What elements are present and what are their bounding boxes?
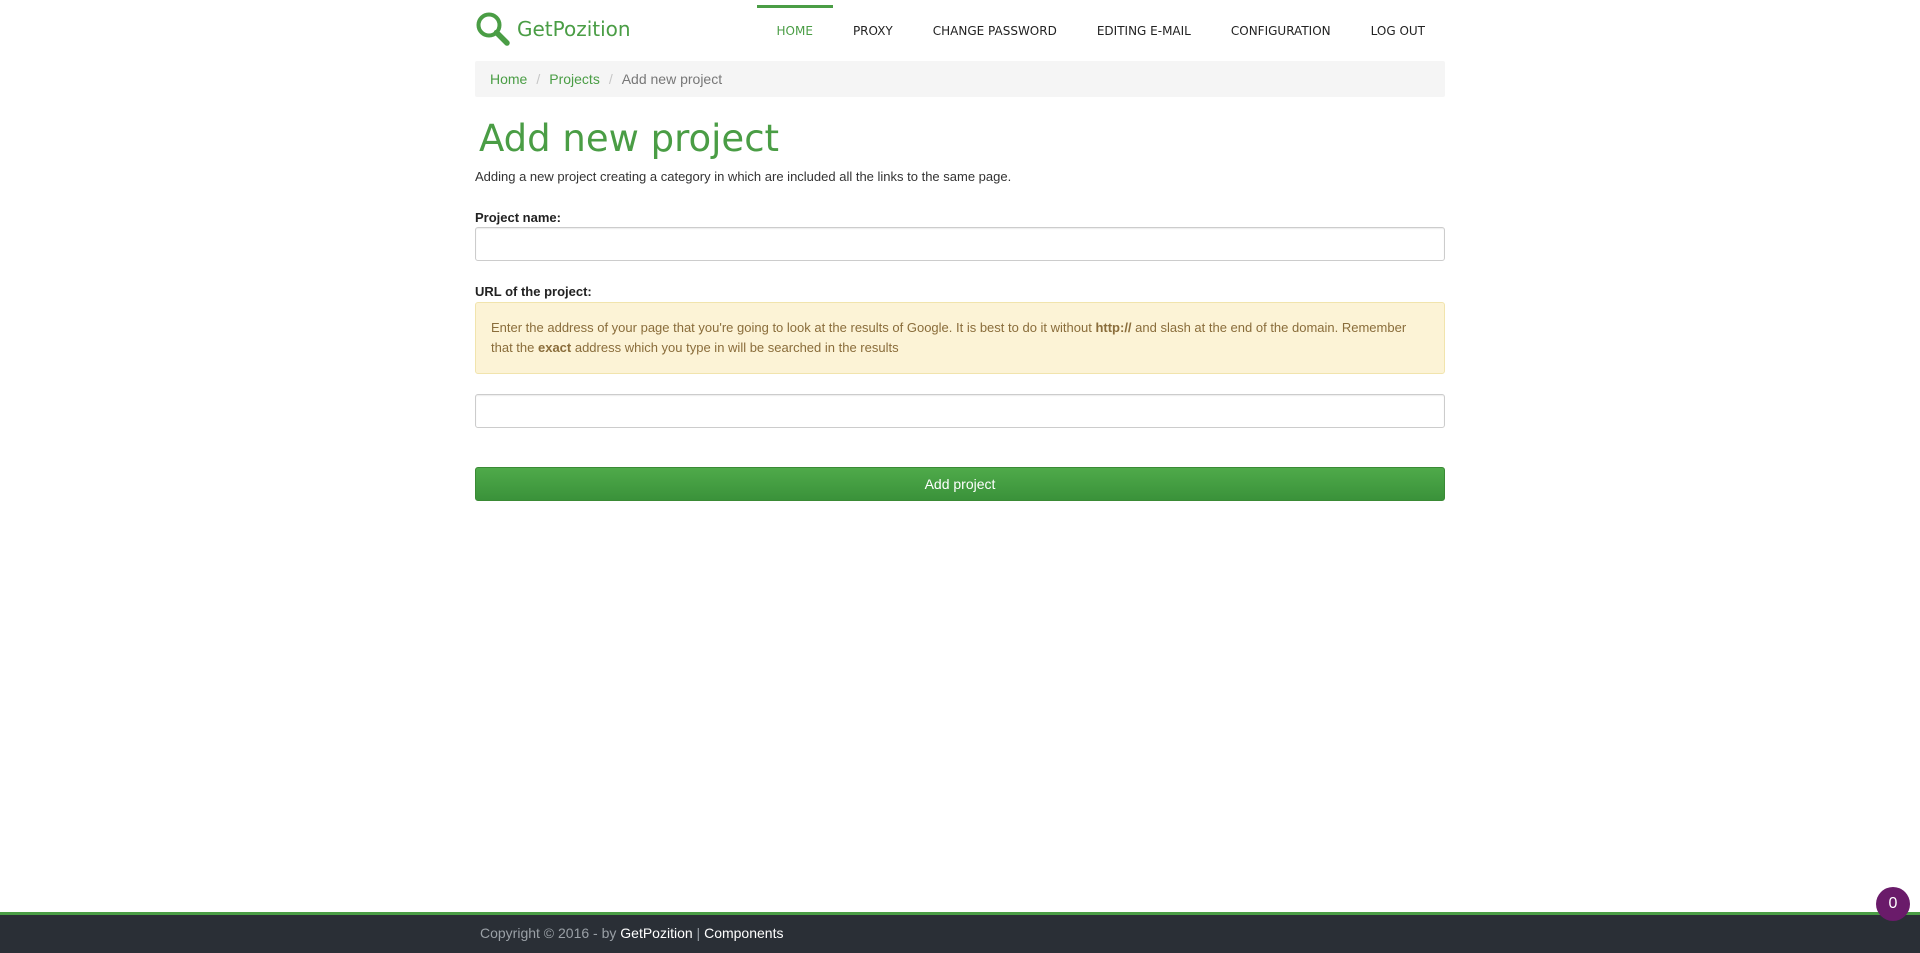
magnifier-icon: [476, 12, 510, 46]
breadcrumb-home[interactable]: Home: [490, 71, 527, 87]
nav-proxy[interactable]: PROXY: [833, 0, 913, 60]
footer: Copyright © 2016 - by GetPozition | Comp…: [0, 912, 1920, 953]
header: GetPozition HOME PROXY CHANGE PASSWORD E…: [475, 0, 1445, 60]
page-description: Adding a new project creating a category…: [475, 169, 1012, 184]
breadcrumb: Home / Projects / Add new project: [475, 61, 1445, 97]
main-nav: HOME PROXY CHANGE PASSWORD EDITING E-MAI…: [756, 0, 1445, 60]
project-name-input[interactable]: [475, 227, 1445, 261]
breadcrumb-separator: /: [608, 71, 613, 87]
page-container: GetPozition HOME PROXY CHANGE PASSWORD E…: [475, 0, 1445, 501]
page-title: Add new project: [479, 117, 780, 160]
project-url-label: URL of the project:: [475, 284, 592, 299]
breadcrumb-projects[interactable]: Projects: [549, 71, 600, 87]
footer-text: Copyright © 2016 - by GetPozition | Comp…: [480, 925, 784, 941]
nav-configuration[interactable]: CONFIGURATION: [1211, 0, 1351, 60]
brand-logo[interactable]: GetPozition: [475, 11, 631, 47]
project-name-label: Project name:: [475, 210, 561, 225]
breadcrumb-separator: /: [536, 71, 541, 87]
breadcrumb-current: Add new project: [621, 71, 723, 87]
brand-name: GetPozition: [517, 17, 631, 41]
nav-editing-email[interactable]: EDITING E-MAIL: [1077, 0, 1211, 60]
footer-brand-link[interactable]: GetPozition: [620, 925, 692, 941]
nav-home[interactable]: HOME: [756, 0, 834, 60]
footer-components-link[interactable]: Components: [704, 925, 783, 941]
add-project-button[interactable]: Add project: [475, 467, 1445, 501]
project-url-input[interactable]: [475, 394, 1445, 428]
nav-log-out[interactable]: LOG OUT: [1351, 0, 1445, 60]
url-hint-alert: Enter the address of your page that you'…: [475, 302, 1445, 374]
chat-badge[interactable]: 0: [1876, 887, 1910, 921]
nav-change-password[interactable]: CHANGE PASSWORD: [913, 0, 1077, 60]
